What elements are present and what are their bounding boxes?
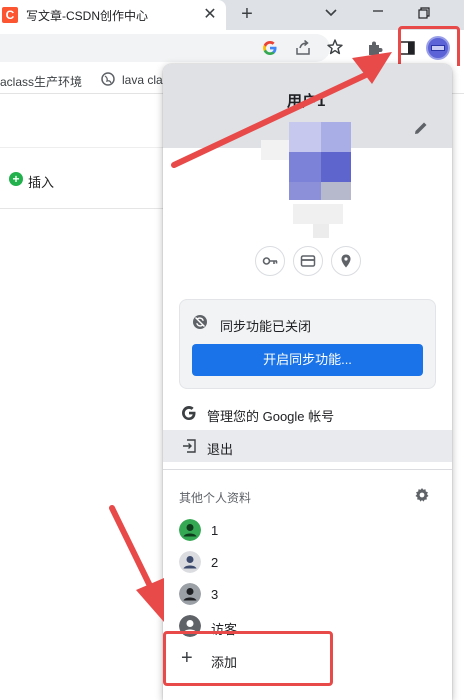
google-g-icon: [182, 406, 196, 420]
profile-label: 2: [211, 555, 219, 570]
turn-on-sync-button[interactable]: 开启同步功能...: [192, 344, 423, 376]
arrow-head-add: [136, 578, 164, 622]
sign-out-item[interactable]: 退出: [163, 430, 452, 462]
tab-title: 写文章-CSDN创作中心: [26, 9, 148, 23]
edit-pencil-icon[interactable]: [413, 120, 429, 136]
sync-off-icon: [193, 315, 207, 329]
add-highlight-box: [163, 631, 333, 686]
arrow-to-add: [109, 505, 155, 593]
page-divider: [0, 147, 170, 148]
profile-avatar-blurred: [233, 116, 383, 246]
bookmark-item[interactable]: lava cla: [122, 73, 163, 87]
exit-icon: [183, 439, 196, 453]
key-icon: [262, 257, 278, 265]
sync-status-text: 同步功能已关闭: [220, 319, 312, 334]
google-lens-icon[interactable]: [262, 40, 278, 56]
profile-name: 用户1: [287, 93, 326, 110]
window-restore-icon[interactable]: [414, 3, 434, 23]
gear-icon[interactable]: [414, 487, 430, 503]
insert-plus-icon[interactable]: +: [9, 172, 23, 186]
sync-card: 同步功能已关闭 开启同步功能...: [179, 299, 436, 389]
profile-item[interactable]: 1: [163, 515, 452, 545]
profile-item[interactable]: 2: [163, 547, 452, 577]
passwords-button[interactable]: [255, 246, 285, 276]
extensions-puzzle-icon[interactable]: [366, 39, 384, 57]
browser-toolbar: [0, 30, 464, 66]
csdn-favicon-icon: C: [2, 7, 18, 23]
profile-item[interactable]: 3: [163, 579, 452, 609]
window-minimize-icon[interactable]: [366, 1, 390, 21]
profile-menu: 用户1 同步功能已关闭 开启同步功能... 管理您的 Google 帐号 退出 …: [163, 64, 452, 700]
share-icon[interactable]: [294, 39, 312, 57]
tab-strip: C 写文章-CSDN创作中心 ✕ +: [0, 0, 464, 30]
manage-google-account-item[interactable]: 管理您的 Google 帐号: [163, 397, 452, 429]
other-profiles-heading: 其他个人资料: [179, 491, 252, 505]
profile-label: 1: [211, 523, 219, 538]
profile-avatar-icon: [179, 583, 201, 605]
profile-label: 3: [211, 587, 219, 602]
address-bar[interactable]: [0, 34, 330, 62]
new-tab-button[interactable]: +: [236, 3, 258, 25]
payment-methods-button[interactable]: [293, 246, 323, 276]
profile-avatar-icon: [179, 519, 201, 541]
manage-google-account-label: 管理您的 Google 帐号: [207, 409, 335, 424]
tab-close-icon[interactable]: ✕: [200, 5, 220, 25]
credit-card-icon: [300, 255, 316, 267]
insert-button[interactable]: 插入: [28, 172, 54, 191]
browser-tab-active[interactable]: C 写文章-CSDN创作中心 ✕: [0, 0, 226, 30]
page-divider: [0, 208, 170, 209]
globe-icon: [101, 72, 115, 86]
tab-search-chevron-icon[interactable]: [322, 3, 340, 21]
menu-divider: [163, 469, 452, 470]
bookmark-item[interactable]: vaclass生产环境: [0, 73, 82, 90]
bookmark-star-icon[interactable]: [326, 38, 344, 56]
location-pin-icon: [341, 254, 351, 268]
addresses-button[interactable]: [331, 246, 361, 276]
profile-avatar-icon: [179, 551, 201, 573]
sign-out-label: 退出: [207, 442, 234, 457]
